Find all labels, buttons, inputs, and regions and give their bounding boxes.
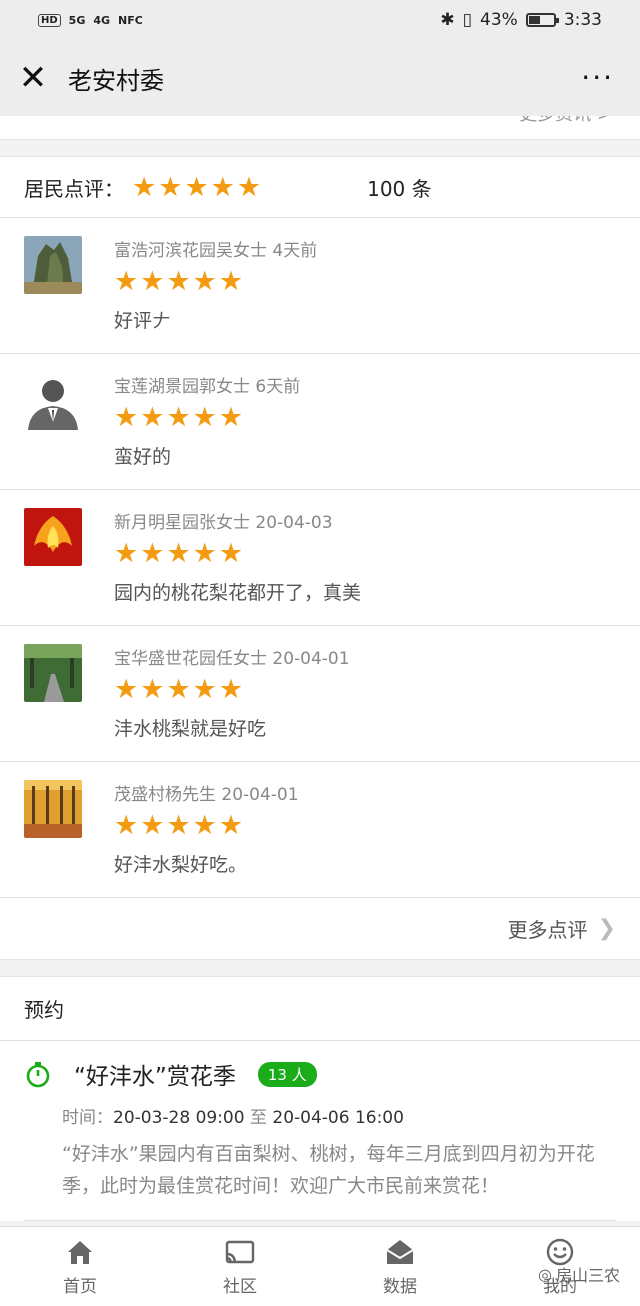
status-left-icons: HD 5G 4G NFC: [38, 13, 143, 27]
star-icon: ★: [158, 171, 183, 203]
review-rating: ★ ★ ★ ★ ★: [114, 810, 244, 841]
tab-community[interactable]: 社区: [160, 1227, 320, 1306]
signal-4g-icon: 4G: [93, 13, 111, 27]
previous-section-footer: 更多资讯 >: [0, 116, 640, 140]
avatar: [24, 780, 82, 838]
resident-reviews: 居民点评： ★ ★ ★ ★ ★ 100 条 富浩河滨花园吴女士 4天前 ★ ★ ★ ★ ★ 好评…: [0, 156, 640, 960]
review-text: 好沣水梨好吃。: [114, 854, 248, 876]
nav-bar: ✕ 老安村委 ···: [0, 40, 640, 116]
bluetooth-icon: ✱: [440, 10, 455, 30]
vibrate-icon: ▯: [462, 10, 473, 30]
event-name: “好沣水”赏花季: [74, 1064, 236, 1090]
star-icon: ★: [132, 171, 157, 203]
reviews-header: 居民点评： ★ ★ ★ ★ ★ 100 条: [0, 156, 640, 218]
event-description: “好沣水”果园内有百亩梨树、桃树，每年三月底到四月初为开花季，此时为最佳赏花时间…: [62, 1143, 595, 1197]
review-item[interactable]: 茂盛村杨先生 20-04-01 ★ ★ ★ ★ ★ 好沣水梨好吃。: [0, 762, 640, 898]
overall-rating: ★ ★ ★ ★ ★: [132, 174, 263, 201]
review-count: 100 条: [367, 176, 432, 201]
event-end: 20-04-06 16:00: [272, 1108, 404, 1128]
cast-icon: [225, 1240, 255, 1264]
watermark-text: 房山三农: [555, 1266, 620, 1285]
star-icon: ★: [236, 171, 262, 203]
event-card[interactable]: “好沣水”赏花季 13 人 时间：20-03-28 09:00 至 20-04-…: [0, 1041, 640, 1220]
review-meta: 宝莲湖景园郭女士 6天前: [114, 377, 301, 397]
chevron-right-icon: ❯: [597, 916, 616, 941]
battery-percent: 43%: [480, 10, 518, 30]
event-time: 时间：20-03-28 09:00 至 20-04-06 16:00: [62, 1108, 404, 1128]
signal-5g-icon: 5G: [68, 13, 86, 27]
review-meta: 宝华盛世花园任女士 20-04-01: [114, 649, 350, 669]
home-icon: [68, 1241, 92, 1264]
review-text: 沣水桃梨就是好吃: [114, 718, 267, 740]
hd-icon: HD: [38, 13, 61, 27]
review-rating: ★ ★ ★ ★ ★: [114, 674, 244, 705]
appointment-heading: 预约: [0, 977, 640, 1041]
tab-data[interactable]: 数据: [320, 1227, 480, 1306]
review-item[interactable]: 宝莲湖景园郭女士 6天前 ★ ★ ★ ★ ★ 蛮好的: [0, 354, 640, 490]
avatar: [24, 372, 82, 430]
content-scroll[interactable]: 更多资讯 > 居民点评： ★★★★★ 100 条 富浩河滨花园吴女士 4天前 ★…: [0, 116, 640, 1226]
more-reviews-button[interactable]: 更多点评 ❯: [0, 898, 640, 960]
wechat-logo-icon: ◎: [538, 1264, 552, 1284]
tab-home[interactable]: 首页: [0, 1227, 160, 1306]
stopwatch-icon: [26, 1062, 50, 1088]
battery-icon: [525, 13, 559, 27]
clock: 3:33: [563, 10, 602, 30]
review-rating: ★ ★ ★ ★ ★: [114, 402, 244, 433]
review-item[interactable]: 宝华盛世花园任女士 20-04-01 ★ ★ ★ ★ ★ 沣水桃梨就是好吃: [0, 626, 640, 762]
review-text: 蛮好的: [114, 446, 172, 468]
more-reviews-label: 更多点评: [507, 918, 588, 942]
avatar: [24, 644, 82, 702]
avatar: [24, 508, 82, 566]
review-item[interactable]: 新月明星园张女士 20-04-03 ★ ★ ★ ★ ★ 园内的桃花梨花都开了，真美: [0, 490, 640, 626]
review-text: 好评𠂇: [114, 310, 172, 332]
review-meta: 富浩河滨花园吴女士 4天前: [114, 241, 318, 261]
more-news-link[interactable]: 更多资讯 >: [519, 116, 612, 126]
tab-label: 社区: [223, 1277, 257, 1297]
page-title: 老安村委: [68, 66, 164, 95]
nfc-icon: NFC: [118, 13, 143, 27]
status-right: ✱ ▯ 43% 3:33: [440, 10, 602, 30]
star-icon: ★: [184, 171, 209, 203]
avatar: [24, 236, 82, 294]
mail-icon: [386, 1240, 414, 1264]
review-text: 园内的桃花梨花都开了，真美: [114, 582, 362, 604]
participant-badge: 13 人: [257, 1061, 317, 1087]
review-rating: ★ ★ ★ ★ ★: [114, 538, 244, 569]
watermark: ◎ 房山三农: [538, 1262, 620, 1286]
star-icon: ★: [210, 171, 235, 203]
review-rating: ★ ★ ★ ★ ★: [114, 266, 244, 297]
more-options-icon[interactable]: ···: [581, 64, 622, 92]
status-bar: HD 5G 4G NFC ✱ ▯ 43% 3:33: [0, 0, 640, 40]
reviews-label: 居民点评：: [24, 176, 124, 201]
event-start: 20-03-28 09:00: [113, 1108, 245, 1128]
battery-fill: [528, 16, 540, 24]
tab-label: 首页: [63, 1277, 97, 1297]
appointment-section: 预约 “好沣水”赏花季 13 人 时间：20-03-28 09:00 至 20-…: [0, 976, 640, 1221]
review-item[interactable]: 富浩河滨花园吴女士 4天前 ★ ★ ★ ★ ★ 好评𠂇: [0, 218, 640, 354]
review-meta: 茂盛村杨先生 20-04-01: [114, 785, 299, 805]
review-meta: 新月明星园张女士 20-04-03: [114, 513, 333, 533]
tab-label: 数据: [383, 1277, 417, 1297]
close-icon[interactable]: ✕: [18, 61, 48, 95]
